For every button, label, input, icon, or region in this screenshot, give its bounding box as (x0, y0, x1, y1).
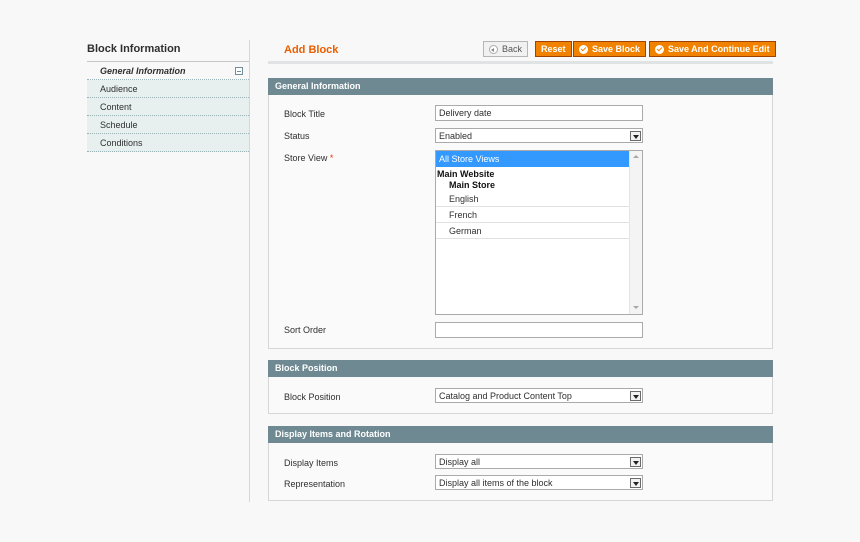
back-arrow-icon (489, 44, 498, 54)
option-store-view[interactable]: German (436, 223, 630, 239)
sidebar-item-general-information[interactable]: General Information (87, 62, 249, 80)
representation-label: Representation (284, 479, 346, 489)
sidebar-item-label: Content (100, 102, 132, 112)
block-position-label: Block Position (284, 392, 341, 402)
dropdown-arrow-icon (630, 478, 641, 488)
reset-button[interactable]: Reset (535, 41, 572, 57)
sidebar-item-label: General Information (100, 66, 186, 76)
sidebar-item-conditions[interactable]: Conditions (87, 134, 249, 152)
display-items-label: Display Items (284, 458, 339, 468)
back-button[interactable]: Back (483, 41, 529, 57)
status-select[interactable]: Enabled (435, 128, 643, 143)
reset-button-label: Reset (541, 44, 566, 54)
status-label: Status (284, 131, 310, 141)
sort-order-input[interactable] (435, 322, 643, 338)
page-title: Add Block (284, 44, 339, 56)
store-view-label: Store View * (284, 153, 333, 163)
sidebar-tabs: General Information Audience Content Sch… (87, 62, 249, 152)
check-icon (579, 44, 588, 54)
block-position-value: Catalog and Product Content Top (439, 391, 572, 401)
header-divider (268, 61, 773, 64)
option-all-store-views[interactable]: All Store Views (436, 151, 630, 167)
block-title-label: Block Title (284, 109, 326, 119)
check-icon (655, 44, 664, 54)
save-continue-button-label: Save And Continue Edit (668, 44, 770, 54)
status-value: Enabled (439, 131, 473, 141)
block-position-select[interactable]: Catalog and Product Content Top (435, 388, 643, 403)
dropdown-arrow-icon (630, 391, 641, 401)
sidebar-item-label: Schedule (100, 120, 138, 130)
collapse-icon[interactable] (235, 67, 243, 75)
general-information-heading: General Information (268, 78, 773, 95)
save-button-label: Save Block (592, 44, 641, 54)
sidebar-item-schedule[interactable]: Schedule (87, 116, 249, 134)
required-marker: * (329, 153, 334, 163)
scroll-up-icon[interactable] (633, 155, 639, 158)
sidebar-title: Block Information (87, 40, 249, 62)
block-title-value: Delivery date (439, 108, 492, 118)
optgroup-website: Main Website (437, 169, 495, 179)
display-items-body (268, 443, 773, 501)
block-position-heading: Block Position (268, 360, 773, 377)
representation-select[interactable]: Display all items of the block (435, 475, 643, 490)
optgroup-store: Main Store (449, 180, 496, 190)
option-store-view[interactable]: French (436, 207, 630, 223)
dropdown-arrow-icon (630, 131, 641, 141)
save-block-button[interactable]: Save Block (573, 41, 647, 57)
multiselect-scrollbar[interactable] (629, 151, 642, 314)
sidebar-item-label: Conditions (100, 138, 143, 148)
sidebar-item-content[interactable]: Content (87, 98, 249, 116)
back-button-label: Back (502, 44, 523, 54)
block-title-input[interactable]: Delivery date (435, 105, 643, 121)
sidebar-item-audience[interactable]: Audience (87, 80, 249, 98)
option-store-view[interactable]: English (436, 191, 630, 207)
save-continue-button[interactable]: Save And Continue Edit (649, 41, 776, 57)
store-view-label-text: Store View (284, 153, 328, 163)
representation-value: Display all items of the block (439, 478, 553, 488)
scroll-down-icon[interactable] (633, 306, 639, 309)
display-items-heading: Display Items and Rotation (268, 426, 773, 443)
dropdown-arrow-icon (630, 457, 641, 467)
sort-order-label: Sort Order (284, 325, 327, 335)
sidebar-item-label: Audience (100, 84, 138, 94)
display-items-select[interactable]: Display all (435, 454, 643, 469)
store-view-multiselect[interactable]: All Store Views Main Website Main Store … (435, 150, 643, 315)
display-items-value: Display all (439, 457, 481, 467)
sidebar: Block Information General Information Au… (87, 40, 250, 502)
